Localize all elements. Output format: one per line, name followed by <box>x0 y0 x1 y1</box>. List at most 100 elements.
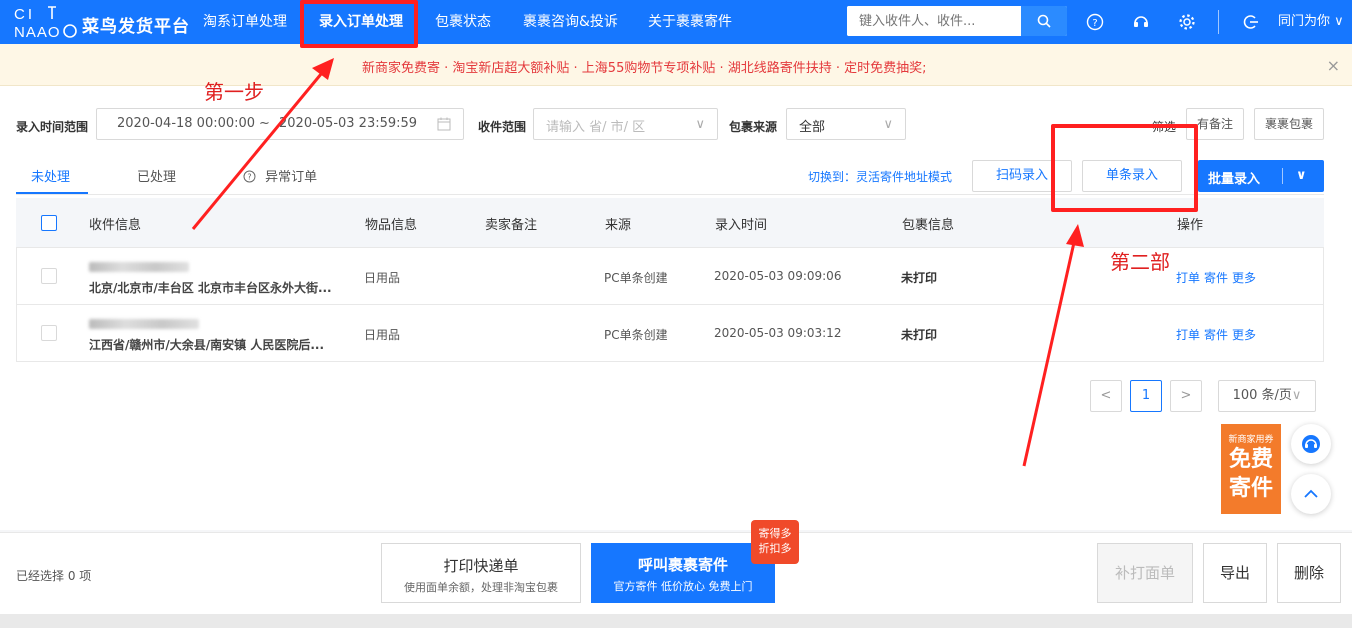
badge-line-1: 寄得多 <box>758 527 792 540</box>
row-actions: 打单 寄件 更多 <box>1176 269 1260 286</box>
nav-guoguo-complaints[interactable]: 裹裹咨询&投诉 <box>523 0 618 44</box>
col-seller-note: 卖家备注 <box>485 218 538 233</box>
badge-line-2: 折扣多 <box>758 542 792 555</box>
calendar-icon <box>437 117 451 131</box>
customer-service-icon[interactable] <box>1130 11 1152 33</box>
search-box <box>847 6 1067 36</box>
top-nav: CI NAAO 菜鸟发货平台 淘系订单处理 录入订单处理 包裹状态 裹裹咨询&投… <box>0 0 1352 44</box>
annotation-box-step2 <box>1051 124 1198 212</box>
svg-text:NAAO: NAAO <box>14 24 61 40</box>
nav-package-status[interactable]: 包裹状态 <box>435 0 491 44</box>
order-table: 收件信息 物品信息 卖家备注 来源 录入时间 包裹信息 操作 北京/北京市/丰台… <box>16 198 1324 362</box>
discount-badge: 寄得多 折扣多 <box>751 520 799 564</box>
col-actions: 操作 <box>1177 218 1204 233</box>
tab-processed[interactable]: 已处理 <box>137 166 176 185</box>
call-guoguo-subtitle: 官方寄件 低价放心 免费上门 <box>613 580 753 593</box>
bottom-action-bar: 已经选择 0 项 打印快递单 使用面单余额，处理非淘宝包裹 呼叫裹裹寄件 官方寄… <box>0 532 1352 614</box>
close-icon[interactable]: × <box>1327 56 1340 75</box>
promo-free-shipping[interactable]: 新商家用券 免费 寄件 <box>1221 424 1281 514</box>
reprint-button[interactable]: 补打面单 <box>1097 543 1193 603</box>
call-guoguo-title: 呼叫裹裹寄件 <box>637 556 728 574</box>
ship-link[interactable]: 寄件 <box>1204 271 1228 285</box>
recipient-address: 江西省/赣州市/大余县/南安镇 人民医院后... <box>89 338 325 352</box>
notice-text: 新商家免费寄 · 淘宝新店超大额补贴 · 上海55购物节专项补贴 · 湖北线路寄… <box>362 61 927 76</box>
search-button[interactable] <box>1021 6 1067 36</box>
nav-taoxi-orders[interactable]: 淘系订单处理 <box>203 0 287 44</box>
chevron-down-icon[interactable]: ∨ <box>1296 168 1307 183</box>
support-chat-button[interactable] <box>1291 424 1331 464</box>
switch-mode-link[interactable]: 切换到：灵活寄件地址模式 <box>808 168 952 185</box>
call-guoguo-button[interactable]: 呼叫裹裹寄件 官方寄件 低价放心 免费上门 <box>591 543 775 603</box>
end-date: 2020-05-03 23:59:59 <box>279 116 418 131</box>
page-size-value: 100 条/页 <box>1232 388 1292 403</box>
back-to-top-button[interactable] <box>1291 474 1331 514</box>
delete-button[interactable]: 删除 <box>1277 543 1341 603</box>
promo-line-2: 寄件 <box>1228 476 1273 501</box>
entry-time: 2020-05-03 09:03:12 <box>714 326 842 340</box>
cainiao-logo: CI NAAO <box>14 6 77 40</box>
item-info: 日用品 <box>364 271 401 285</box>
page-1-button[interactable]: 1 <box>1130 380 1162 412</box>
col-item: 物品信息 <box>365 218 418 233</box>
batch-entry-label: 批量录入 <box>1208 172 1261 187</box>
package-status: 未打印 <box>901 328 938 342</box>
horizontal-scrollbar[interactable] <box>0 614 1352 628</box>
annotation-box-step1 <box>300 0 418 48</box>
row-actions: 打单 寄件 更多 <box>1176 326 1260 343</box>
chevron-down-icon: ∨ <box>883 117 893 132</box>
select-all-checkbox[interactable] <box>41 215 57 231</box>
print-link[interactable]: 打单 <box>1176 271 1200 285</box>
col-entry-time: 录入时间 <box>715 218 768 233</box>
batch-entry-button[interactable]: 批量录入 ∨ <box>1198 160 1324 192</box>
area-select[interactable]: 请输入 省/ 市/ 区 ∨ <box>533 108 718 140</box>
selected-count: 已经选择 0 项 <box>16 569 92 583</box>
ship-link[interactable]: 寄件 <box>1204 328 1228 342</box>
help-circle-icon: ? <box>243 170 256 183</box>
col-recipient: 收件信息 <box>89 218 142 233</box>
tab-exception[interactable]: ? 异常订单 <box>243 166 317 185</box>
help-icon[interactable]: ? <box>1084 11 1106 33</box>
print-waybill-button[interactable]: 打印快递单 使用面单余额，处理非淘宝包裹 <box>381 543 581 603</box>
source-value: 全部 <box>799 120 826 135</box>
date-range-picker[interactable]: 2020-04-18 00:00:00 ~ 2020-05-03 23:59:5… <box>96 108 464 140</box>
recipient-address: 北京/北京市/丰台区 北京市丰台区永外大街... <box>89 281 332 295</box>
next-page-button[interactable]: > <box>1170 380 1202 412</box>
promo-line-1: 免费 <box>1228 447 1273 472</box>
guoguo-package-filter[interactable]: 裹裹包裹 <box>1254 108 1324 140</box>
svg-text:?: ? <box>247 173 251 182</box>
nav-about-guoguo[interactable]: 关于裹裹寄件 <box>648 0 732 44</box>
more-link[interactable]: 更多 <box>1232 328 1256 342</box>
package-status: 未打印 <box>901 271 938 285</box>
annotation-step1-text: 第一步 <box>204 80 264 104</box>
user-menu[interactable]: 同门为你 ∨ <box>1278 0 1344 44</box>
tab-unprocessed[interactable]: 未处理 <box>31 166 70 185</box>
platform-title: 菜鸟发货平台 <box>82 17 190 37</box>
promo-coupon-text: 新商家用券 <box>1228 435 1274 445</box>
print-link[interactable]: 打单 <box>1176 328 1200 342</box>
source-label: 包裹来源 <box>729 120 778 134</box>
time-range-label: 录入时间范围 <box>16 120 89 134</box>
order-source: PC单条创建 <box>604 271 668 285</box>
headset-icon <box>1302 435 1320 453</box>
chevron-down-icon: ∨ <box>695 117 705 132</box>
source-select[interactable]: 全部 ∨ <box>786 108 906 140</box>
row-checkbox[interactable] <box>41 268 57 284</box>
export-button[interactable]: 导出 <box>1203 543 1267 603</box>
search-input[interactable] <box>847 6 1021 36</box>
user-name: 同门为你 <box>1278 14 1331 29</box>
more-link[interactable]: 更多 <box>1232 271 1256 285</box>
prev-page-button[interactable]: < <box>1090 380 1122 412</box>
chevron-down-icon: ∨ <box>1291 388 1302 403</box>
logout-icon[interactable] <box>1240 11 1262 33</box>
chevron-down-icon: ∨ <box>1334 14 1344 29</box>
row-checkbox[interactable] <box>41 325 57 341</box>
start-date: 2020-04-18 00:00:00 <box>117 116 256 131</box>
print-waybill-title: 打印快递单 <box>443 557 519 575</box>
page-size-select[interactable]: 100 条/页∨ <box>1218 380 1316 412</box>
svg-text:?: ? <box>1092 18 1097 29</box>
annotation-step2-text: 第二部 <box>1110 250 1170 274</box>
table-row: 江西省/赣州市/大余县/南安镇 人民医院后... 日用品 PC单条创建 2020… <box>16 305 1324 362</box>
settings-gear-icon[interactable] <box>1176 11 1198 33</box>
col-source: 来源 <box>605 218 632 233</box>
notice-bar: 新商家免费寄 · 淘宝新店超大额补贴 · 上海55购物节专项补贴 · 湖北线路寄… <box>0 44 1352 86</box>
